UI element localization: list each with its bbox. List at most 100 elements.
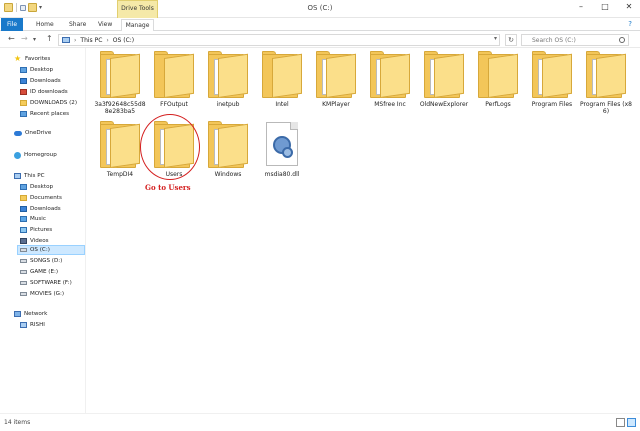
folder-item[interactable]: KMPlayer xyxy=(309,50,363,108)
item-label: OldNewExplorer xyxy=(419,101,469,108)
nav-label: DOWNLOADS (2) xyxy=(30,100,78,106)
folder-item[interactable]: Program Files (x86) xyxy=(579,50,633,115)
chevron-right-icon[interactable]: › xyxy=(106,37,108,44)
title-bar: ▾ OS (C:) – □ ✕ xyxy=(0,0,640,18)
nav-pc-documents[interactable]: Documents xyxy=(20,193,62,203)
folder-icon xyxy=(150,50,198,100)
folder-item[interactable]: MSfree Inc xyxy=(363,50,417,108)
tab-file[interactable]: File xyxy=(1,18,23,31)
folder-item[interactable]: TempDI4 xyxy=(93,120,147,178)
nav-recent-places[interactable]: Recent places xyxy=(20,109,69,119)
drive-tools-label: Drive Tools xyxy=(121,5,154,12)
computer-icon xyxy=(20,322,27,328)
search-placeholder: Search OS (C:) xyxy=(532,37,576,44)
chevron-right-icon[interactable]: › xyxy=(74,37,76,44)
nav-drive-e[interactable]: GAME (E:) xyxy=(20,267,58,277)
forward-button[interactable]: → xyxy=(21,34,28,43)
nav-network[interactable]: Network xyxy=(14,309,47,319)
nav-label: Downloads xyxy=(30,206,61,212)
help-icon[interactable]: ? xyxy=(628,20,632,28)
nav-downloads[interactable]: Downloads xyxy=(20,76,61,86)
nav-label: OS (C:) xyxy=(30,247,50,253)
close-button[interactable]: ✕ xyxy=(622,2,636,11)
folder-item[interactable]: Intel xyxy=(255,50,309,108)
drive-icon xyxy=(20,270,27,274)
details-view-icon[interactable] xyxy=(616,418,625,427)
folder-item[interactable]: FFOutput xyxy=(147,50,201,108)
item-label: Windows xyxy=(214,171,242,178)
nav-drive-d[interactable]: SONGS (D:) xyxy=(20,256,62,266)
tab-share[interactable]: Share xyxy=(69,19,86,31)
file-list: 3a3f92648c55d88e283ba5 FFOutput inetpub … xyxy=(87,48,640,413)
folder-item[interactable]: PerfLogs xyxy=(471,50,525,108)
nav-drive-c[interactable]: OS (C:) xyxy=(17,245,85,255)
annotation-text: Go to Users xyxy=(145,183,191,192)
address-bar[interactable]: › This PC › OS (C:) ▾ xyxy=(58,34,500,46)
nav-onedrive[interactable]: OneDrive xyxy=(14,128,51,138)
recent-locations-icon[interactable]: ▾ xyxy=(33,36,36,43)
nav-label: Favorites xyxy=(25,56,51,62)
ribbon-tabs: File Home Share View Manage ? xyxy=(0,18,640,31)
nav-pc-downloads[interactable]: Downloads xyxy=(20,204,61,214)
folder-item[interactable]: inetpub xyxy=(201,50,255,108)
folder-item[interactable]: Program Files xyxy=(525,50,579,108)
up-button[interactable]: ↑ xyxy=(46,34,53,43)
id-downloads-icon xyxy=(20,89,27,95)
large-icons-view-icon[interactable] xyxy=(627,418,636,427)
folder-icon xyxy=(312,50,360,100)
refresh-button[interactable]: ↻ xyxy=(505,34,517,46)
minimize-button[interactable]: – xyxy=(574,2,588,11)
nav-label: OneDrive xyxy=(25,130,52,136)
nav-drive-f[interactable]: SOFTWARE (F:) xyxy=(20,278,72,288)
folder-item[interactable]: OldNewExplorer xyxy=(417,50,471,108)
breadcrumb-current[interactable]: OS (C:) xyxy=(113,37,134,44)
nav-downloads-2[interactable]: DOWNLOADS (2) xyxy=(20,98,77,108)
tab-view[interactable]: View xyxy=(98,19,112,31)
back-button[interactable]: ← xyxy=(8,34,15,43)
nav-label: SOFTWARE (F:) xyxy=(30,280,72,286)
folder-item[interactable]: 3a3f92648c55d88e283ba5 xyxy=(93,50,147,115)
computer-icon xyxy=(14,173,21,179)
recent-places-icon xyxy=(20,111,27,117)
nav-label: SONGS (D:) xyxy=(30,258,63,264)
nav-label: Downloads xyxy=(30,78,61,84)
nav-label: Desktop xyxy=(30,67,54,73)
file-item[interactable]: msdia80.dll xyxy=(255,120,309,178)
search-icon xyxy=(619,37,625,43)
dll-file-icon xyxy=(258,120,306,170)
item-label: 3a3f92648c55d88e283ba5 xyxy=(94,101,146,115)
documents-icon xyxy=(20,195,27,201)
nav-pc-music[interactable]: Music xyxy=(20,214,46,224)
folder-icon xyxy=(474,50,522,100)
nav-label: GAME (E:) xyxy=(30,269,59,275)
nav-drive-g[interactable]: MOVIES (G:) xyxy=(20,289,64,299)
downloads-icon xyxy=(20,78,27,84)
desktop-icon xyxy=(20,184,27,190)
highlight-circle xyxy=(140,114,200,180)
folder-icon xyxy=(528,50,576,100)
folder-icon xyxy=(96,120,144,170)
breadcrumb-this-pc[interactable]: This PC xyxy=(80,37,102,44)
tab-home[interactable]: Home xyxy=(36,19,54,31)
chevron-down-icon[interactable]: ▾ xyxy=(494,35,497,42)
folder-icon xyxy=(582,50,630,100)
nav-favorites[interactable]: ★ Favorites xyxy=(14,54,50,64)
this-pc-icon xyxy=(62,37,70,43)
nav-desktop[interactable]: Desktop xyxy=(20,65,53,75)
folder-item[interactable]: Windows xyxy=(201,120,255,178)
nav-pc-pictures[interactable]: Pictures xyxy=(20,225,52,235)
folder-icon xyxy=(20,100,27,106)
nav-pc-desktop[interactable]: Desktop xyxy=(20,182,53,192)
tab-manage[interactable]: Manage xyxy=(121,19,154,31)
nav-id-downloads[interactable]: ID downloads xyxy=(20,87,68,97)
nav-this-pc[interactable]: This PC xyxy=(14,171,45,181)
search-input[interactable]: Search OS (C:) xyxy=(521,34,629,46)
nav-label: Recent places xyxy=(30,111,70,117)
nav-rishi[interactable]: RISHI xyxy=(20,320,45,330)
maximize-button[interactable]: □ xyxy=(598,2,612,11)
item-label: Program Files (x86) xyxy=(579,101,632,115)
item-label: PerfLogs xyxy=(485,101,511,108)
nav-label: ID downloads xyxy=(30,89,68,95)
window-title: OS (C:) xyxy=(307,4,333,12)
nav-homegroup[interactable]: Homegroup xyxy=(14,150,57,160)
